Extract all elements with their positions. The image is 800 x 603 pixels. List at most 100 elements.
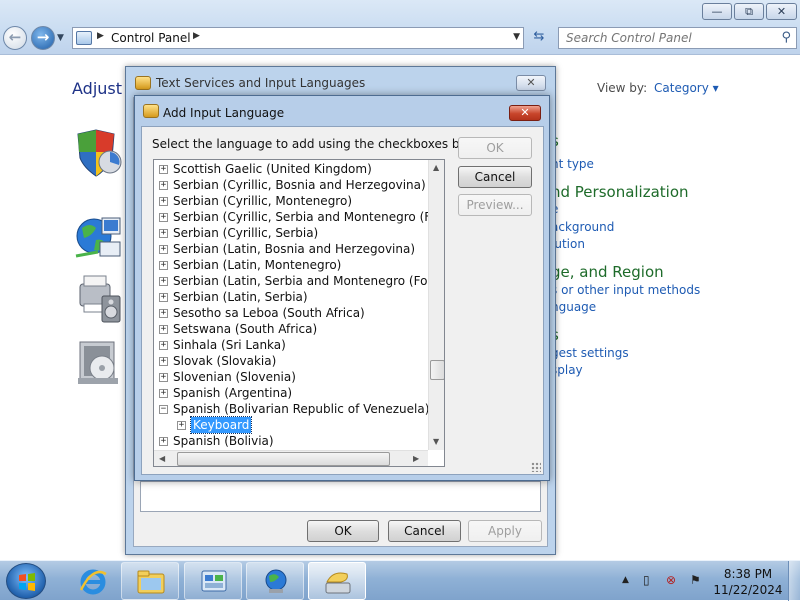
change-background-link[interactable]: ackground (551, 220, 614, 234)
tree-row[interactable]: + Serbian (Cyrillic, Bosnia and Herzegovi… (154, 177, 428, 193)
network-internet-icon[interactable] (74, 212, 122, 262)
tree-item-label[interactable]: Sesotho sa Leboa (South Africa) (173, 305, 365, 321)
network-disconnected-icon[interactable]: ⊗ (666, 573, 676, 587)
appearance-personalization-link[interactable]: nd Personalization (551, 183, 689, 201)
view-by-dropdown[interactable]: Category ▾ (654, 81, 719, 95)
taskbar-windows-explorer[interactable] (121, 562, 179, 600)
category-link-fragment[interactable]: nt type (551, 157, 594, 171)
expand-toggle[interactable]: + (159, 229, 168, 238)
ok-button[interactable]: OK (307, 520, 379, 542)
let-windows-suggest-link[interactable]: gest settings (551, 346, 629, 360)
expand-toggle[interactable]: + (159, 341, 168, 350)
tree-item-label[interactable]: Spanish (Bolivia) (173, 433, 274, 449)
preview-button[interactable]: Preview... (458, 194, 532, 216)
maximize-button[interactable]: ⧉ (734, 3, 764, 20)
tree-item-label[interactable]: Serbian (Cyrillic, Montenegro) (173, 193, 352, 209)
resize-grip[interactable] (531, 462, 541, 472)
tree-row[interactable]: + Sesotho sa Leboa (South Africa) (154, 305, 428, 321)
expand-toggle[interactable]: + (159, 181, 168, 190)
hardware-sound-icon[interactable] (74, 274, 122, 324)
tree-item-label[interactable]: Serbian (Cyrillic, Serbia and Montenegro… (173, 209, 444, 225)
apply-button[interactable]: Apply (468, 520, 542, 542)
programs-icon[interactable] (74, 338, 122, 388)
scroll-left-icon[interactable]: ◀ (159, 454, 165, 463)
cancel-button[interactable]: Cancel (458, 166, 532, 188)
tree-item-label[interactable]: Serbian (Latin, Montenegro) (173, 257, 341, 273)
clock[interactable]: 8:38 PM 11/22/2024 (712, 566, 784, 598)
change-keyboards-link[interactable]: s or other input methods (551, 283, 700, 297)
expand-toggle[interactable]: + (159, 357, 168, 366)
tree-row[interactable]: + Serbian (Latin, Bosnia and Herzegovina) (154, 241, 428, 257)
expand-toggle[interactable]: + (159, 309, 168, 318)
show-desktop-button[interactable] (788, 561, 800, 601)
language-tree[interactable]: + Scottish Gaelic (United Kingdom) + Serbia… (153, 159, 445, 467)
vertical-scroll-thumb[interactable] (430, 360, 444, 380)
refresh-icon[interactable]: ⇆ (528, 29, 550, 47)
address-bar[interactable]: ▶ Control Panel ▶ ▼ (72, 27, 524, 49)
expand-toggle[interactable]: + (159, 437, 168, 446)
tree-row[interactable]: + Sinhala (Sri Lanka) (154, 337, 428, 353)
tree-item-label[interactable]: Scottish Gaelic (United Kingdom) (173, 161, 372, 177)
tree-row[interactable]: + Scottish Gaelic (United Kingdom) (154, 161, 428, 177)
search-icon[interactable]: ⚲ (781, 30, 791, 45)
expand-toggle[interactable]: + (159, 261, 168, 270)
collapse-toggle[interactable]: − (159, 405, 168, 414)
expand-toggle[interactable]: + (159, 245, 168, 254)
tree-row[interactable]: + Serbian (Cyrillic, Serbia and Montenegr… (154, 209, 444, 225)
tree-row[interactable]: + Spanish (Argentina) (154, 385, 428, 401)
search-input[interactable] (559, 28, 771, 48)
start-button[interactable] (6, 563, 46, 599)
search-box[interactable]: ⚲ (558, 27, 797, 49)
recent-pages-dropdown[interactable]: ▼ (57, 33, 64, 43)
tree-row[interactable]: + Serbian (Cyrillic, Serbia) (154, 225, 428, 241)
taskbar-text-services[interactable] (308, 562, 366, 600)
flag-icon[interactable]: ⚑ (690, 573, 701, 587)
tree-row[interactable]: + Setswana (South Africa) (154, 321, 428, 337)
scroll-up-icon[interactable]: ▲ (433, 163, 439, 172)
tree-row[interactable]: + Serbian (Latin, Montenegro) (154, 257, 428, 273)
breadcrumb-arrow-icon[interactable]: ▶ (193, 31, 200, 41)
expand-toggle[interactable]: + (159, 165, 168, 174)
tree-item-label[interactable]: Serbian (Cyrillic, Bosnia and Herzegovin… (173, 177, 426, 193)
tree-item-keyboard[interactable]: Keyboard (189, 416, 253, 434)
tree-row[interactable]: − Spanish (Bolivarian Republic of Venezue… (154, 401, 429, 417)
tree-item-label[interactable]: Slovenian (Slovenia) (173, 369, 296, 385)
clock-language-region-link[interactable]: ge, and Region (551, 263, 664, 281)
show-hidden-icons-button[interactable]: ▲ (622, 575, 629, 585)
ok-button[interactable]: OK (458, 137, 532, 159)
close-button[interactable]: ✕ (766, 3, 797, 20)
tree-item-label[interactable]: Setswana (South Africa) (173, 321, 317, 337)
expand-toggle[interactable]: + (159, 373, 168, 382)
back-button[interactable]: ← (3, 26, 27, 50)
close-button[interactable]: ✕ (516, 75, 546, 91)
expand-toggle[interactable]: + (159, 277, 168, 286)
change-display-language-link[interactable]: nguage (551, 300, 596, 314)
tree-item-label[interactable]: Serbian (Latin, Bosnia and Herzegovina) (173, 241, 415, 257)
tree-item-label[interactable]: Serbian (Latin, Serbia and Montenegro (F… (173, 273, 444, 289)
forward-button[interactable]: → (31, 26, 55, 50)
expand-toggle[interactable]: + (177, 421, 186, 430)
close-button[interactable]: ✕ (509, 105, 541, 121)
expand-toggle[interactable]: + (159, 389, 168, 398)
adjust-resolution-link[interactable]: lution (551, 237, 585, 251)
breadcrumb-arrow-icon[interactable]: ▶ (97, 31, 104, 41)
tree-row[interactable]: + Keyboard (154, 416, 428, 434)
action-center-icon[interactable]: ▯ (643, 573, 650, 587)
cancel-button[interactable]: Cancel (388, 520, 461, 542)
tree-item-label[interactable]: Serbian (Latin, Serbia) (173, 289, 308, 305)
horizontal-scroll-thumb[interactable] (177, 452, 390, 466)
system-security-icon[interactable] (74, 128, 122, 178)
taskbar-internet-explorer[interactable] (63, 562, 119, 600)
tree-row[interactable]: + Serbian (Cyrillic, Montenegro) (154, 193, 428, 209)
taskbar-network[interactable] (246, 562, 304, 600)
scroll-right-icon[interactable]: ▶ (413, 454, 419, 463)
tree-item-label[interactable]: Slovak (Slovakia) (173, 353, 276, 369)
address-dropdown-icon[interactable]: ▼ (513, 32, 520, 42)
breadcrumb-control-panel[interactable]: Control Panel (111, 31, 191, 45)
tree-row[interactable]: + Serbian (Latin, Serbia) (154, 289, 428, 305)
taskbar-control-panel[interactable] (184, 562, 242, 600)
tree-item-label[interactable]: Spanish (Argentina) (173, 385, 292, 401)
tree-row[interactable]: + Slovak (Slovakia) (154, 353, 428, 369)
tree-row[interactable]: + Spanish (Bolivia) (154, 433, 428, 449)
tree-row[interactable]: + Serbian (Latin, Serbia and Montenegro (… (154, 273, 444, 289)
